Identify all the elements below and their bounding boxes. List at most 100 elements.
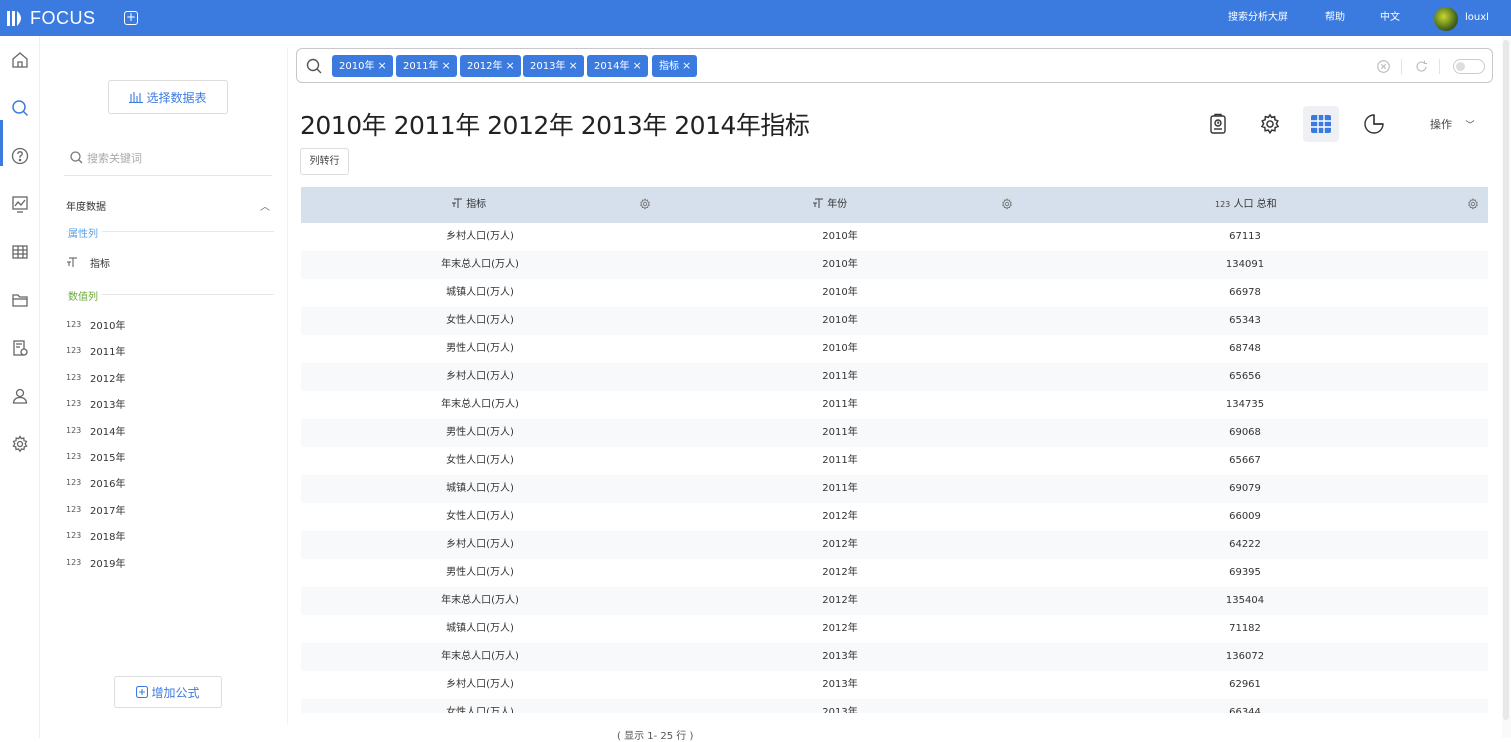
- text-type-icon: [813, 198, 823, 208]
- column-settings-icon[interactable]: [639, 198, 651, 210]
- table-cell: 69395: [1229, 567, 1261, 578]
- table-cell: 2010年: [822, 259, 858, 270]
- column-header-indicator[interactable]: 指标: [451, 187, 486, 223]
- close-icon[interactable]: ×: [682, 59, 691, 72]
- field-item[interactable]: 123 2010年: [66, 317, 125, 332]
- table-cell: 68748: [1229, 343, 1261, 354]
- table-row[interactable]: 乡村人口(万人) 2010年 67113: [301, 223, 1488, 251]
- table-cell: 男性人口(万人): [446, 343, 514, 354]
- chevron-up-icon[interactable]: ︿: [260, 198, 270, 213]
- folder-icon[interactable]: [10, 290, 30, 310]
- field-item[interactable]: 123 2014年: [66, 423, 125, 438]
- field-item[interactable]: 123 2013年: [66, 396, 125, 411]
- add-tab-icon[interactable]: +: [124, 11, 138, 25]
- field-item[interactable]: 123 2018年: [66, 528, 125, 543]
- table-row[interactable]: 男性人口(万人) 2010年 68748: [301, 335, 1488, 363]
- table-row[interactable]: 乡村人口(万人) 2011年 65656: [301, 363, 1488, 391]
- search-bar[interactable]: 2010年 × 2011年 × 2012年 × 2013年 × 2014年 × 指标 ×: [296, 48, 1493, 83]
- dashboard-icon[interactable]: [10, 194, 30, 214]
- table-row[interactable]: 城镇人口(万人) 2010年 66978: [301, 279, 1488, 307]
- language-switch[interactable]: 中文: [1380, 0, 1400, 36]
- field-item[interactable]: 123 2015年: [66, 449, 125, 464]
- table-row[interactable]: 女性人口(万人) 2012年 66009: [301, 503, 1488, 531]
- search-tag[interactable]: 2010年 ×: [332, 55, 393, 77]
- table-header: 指标 年份 123 人口 总和: [301, 187, 1488, 223]
- table-cell: 年末总人口(万人): [441, 595, 519, 606]
- table-row[interactable]: 城镇人口(万人) 2011年 69079: [301, 475, 1488, 503]
- table-icon[interactable]: [10, 242, 30, 262]
- table-row[interactable]: 年末总人口(万人) 2011年 134735: [301, 391, 1488, 419]
- dataset-title[interactable]: 年度数据: [66, 198, 106, 213]
- search-tag-label: 2014年: [594, 61, 630, 72]
- toggle-switch[interactable]: [1453, 59, 1485, 74]
- help-icon[interactable]: [10, 146, 30, 166]
- field-item[interactable]: 123 2017年: [66, 502, 125, 517]
- field-item[interactable]: 123 2016年: [66, 475, 125, 490]
- user-icon[interactable]: [10, 386, 30, 406]
- table-cell: 134091: [1225, 259, 1265, 270]
- table-row[interactable]: 女性人口(万人) 2013年 66344: [301, 699, 1488, 713]
- search-tag[interactable]: 指标 ×: [652, 55, 698, 77]
- number-type-icon: 123: [66, 478, 82, 488]
- field-name: 2011年: [90, 347, 126, 359]
- column-header-population[interactable]: 123 人口 总和: [1215, 187, 1277, 223]
- table-cell: 2012年: [822, 567, 858, 578]
- table-cell: 64222: [1229, 539, 1261, 550]
- search-tag[interactable]: 2014年 ×: [587, 55, 648, 77]
- page-title: 2010年 2011年 2012年 2013年 2014年指标: [300, 111, 810, 140]
- table-cell: 乡村人口(万人): [446, 231, 514, 242]
- table-row[interactable]: 男性人口(万人) 2011年 69068: [301, 419, 1488, 447]
- clear-icon[interactable]: [1377, 60, 1390, 73]
- refresh-icon[interactable]: [1415, 60, 1428, 73]
- scrollbar-thumb[interactable]: [1503, 40, 1509, 720]
- data-settings-icon[interactable]: [10, 338, 30, 358]
- field-item[interactable]: 123 2019年: [66, 555, 125, 570]
- operations-menu[interactable]: 操作 ﹀: [1430, 116, 1475, 132]
- number-type-icon: 123: [66, 372, 82, 382]
- table-row[interactable]: 年末总人口(万人) 2012年 135404: [301, 587, 1488, 615]
- table-row[interactable]: 乡村人口(万人) 2012年 64222: [301, 531, 1488, 559]
- search-nav-icon[interactable]: [10, 98, 30, 118]
- table-row[interactable]: 年末总人口(万人) 2013年 136072: [301, 643, 1488, 671]
- close-icon[interactable]: ×: [505, 59, 514, 72]
- search-screen-link[interactable]: 搜索分析大屏: [1228, 0, 1288, 36]
- username[interactable]: louxl: [1465, 0, 1489, 36]
- search-tag[interactable]: 2011年 ×: [396, 55, 457, 77]
- table-view-icon[interactable]: [1303, 106, 1339, 142]
- table-row[interactable]: 女性人口(万人) 2011年 65667: [301, 447, 1488, 475]
- close-icon[interactable]: ×: [441, 59, 450, 72]
- select-table-button[interactable]: 选择数据表: [108, 80, 228, 114]
- settings-icon[interactable]: [10, 434, 30, 454]
- transpose-button[interactable]: 列转行: [300, 148, 349, 175]
- table-row[interactable]: 年末总人口(万人) 2010年 134091: [301, 251, 1488, 279]
- field-item[interactable]: 123 2011年: [66, 343, 125, 358]
- add-formula-button[interactable]: 增加公式: [114, 676, 222, 708]
- column-header-year[interactable]: 年份: [812, 187, 847, 223]
- table-row[interactable]: 男性人口(万人) 2012年 69395: [301, 559, 1488, 587]
- search-tag-label: 2013年: [530, 61, 566, 72]
- close-icon[interactable]: ×: [377, 59, 386, 72]
- table-row[interactable]: 城镇人口(万人) 2012年 71182: [301, 615, 1488, 643]
- report-icon[interactable]: [1200, 106, 1236, 142]
- search-tag[interactable]: 2013年 ×: [523, 55, 584, 77]
- keyword-search-input[interactable]: 搜索关键词: [64, 140, 272, 176]
- table-cell: 年末总人口(万人): [441, 259, 519, 270]
- app-logo[interactable]: FOCUS: [6, 6, 96, 30]
- field-name: 2018年: [90, 532, 126, 544]
- help-link[interactable]: 帮助: [1325, 0, 1345, 36]
- close-icon[interactable]: ×: [568, 59, 577, 72]
- number-type-icon: 123: [66, 399, 82, 409]
- home-icon[interactable]: [10, 50, 30, 70]
- table-row[interactable]: 女性人口(万人) 2010年 65343: [301, 307, 1488, 335]
- pie-chart-icon[interactable]: [1356, 106, 1392, 142]
- number-type-icon: 123: [66, 346, 82, 356]
- field-attr-indicator[interactable]: 指标: [66, 255, 110, 270]
- field-item[interactable]: 123 2012年: [66, 370, 125, 385]
- column-settings-icon[interactable]: [1001, 198, 1013, 210]
- table-row[interactable]: 乡村人口(万人) 2013年 62961: [301, 671, 1488, 699]
- avatar[interactable]: [1434, 7, 1458, 31]
- column-settings-icon[interactable]: [1467, 198, 1479, 210]
- gear-icon[interactable]: [1252, 106, 1288, 142]
- close-icon[interactable]: ×: [632, 59, 641, 72]
- search-tag[interactable]: 2012年 ×: [460, 55, 521, 77]
